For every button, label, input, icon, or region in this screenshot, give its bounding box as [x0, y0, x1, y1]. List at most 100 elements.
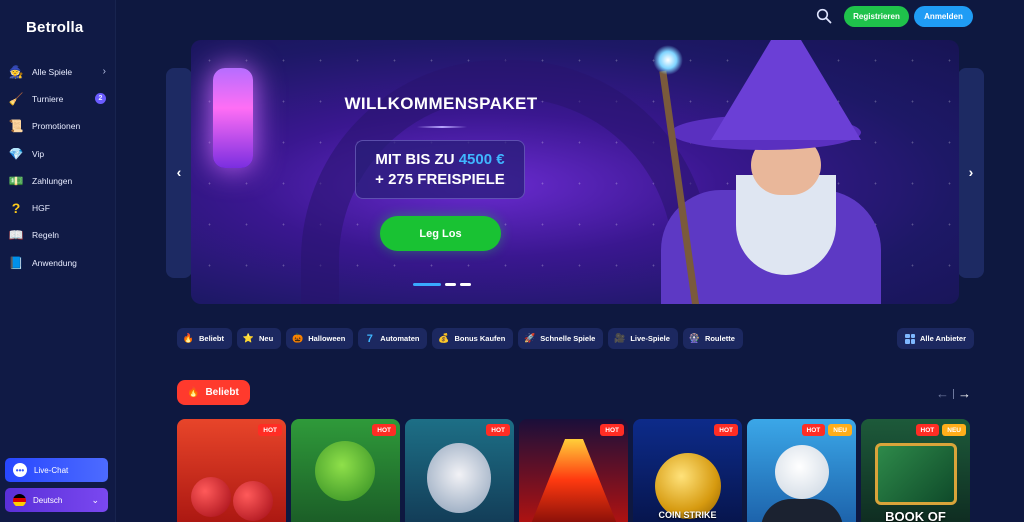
game-tags: HOT — [600, 424, 624, 436]
section-beliebt-button[interactable]: 🔥 Beliebt — [177, 380, 250, 405]
frog-art — [315, 441, 375, 501]
sidebar-nav: 🧙 Alle Spiele › 🧹 Turniere 2 📜 Promotion… — [0, 58, 116, 276]
sidebar-item-label: Regeln — [32, 230, 59, 241]
slide-dot-2[interactable] — [445, 283, 456, 286]
hero-prev-arrow-icon[interactable]: ‹ — [172, 163, 186, 181]
category-live-spiele[interactable]: 🎥 Live-Spiele — [608, 328, 678, 349]
slide-dot-3[interactable] — [460, 283, 471, 286]
game-tags: HOT NEU — [801, 424, 852, 436]
german-flag-icon — [13, 493, 26, 507]
category-roulette[interactable]: 🎡 Roulette — [682, 328, 743, 349]
new-tag: NEU — [828, 424, 852, 436]
section-label: Beliebt — [205, 387, 239, 398]
lantern-illustration — [213, 68, 253, 168]
all-providers-button[interactable]: Alle Anbieter — [897, 328, 974, 349]
cherry-art — [191, 477, 231, 517]
sidebar-item-turniere[interactable]: 🧹 Turniere 2 — [0, 85, 116, 112]
game-tile-coin-strike[interactable]: COIN STRIKE HOT — [633, 419, 742, 522]
game-tags: HOT NEU — [915, 424, 966, 436]
book-icon: 📖 — [8, 228, 24, 243]
category-bonus-kaufen[interactable]: 💰 Bonus Kaufen — [432, 328, 514, 349]
offer-amount: 4500 € — [458, 151, 505, 168]
sidebar-item-promotionen[interactable]: 📜 Promotionen — [0, 113, 116, 140]
language-selector[interactable]: Deutsch ⌄ — [5, 488, 108, 512]
category-label: Neu — [259, 334, 274, 343]
category-bar: 🔥 Beliebt ⭐ Neu 🎃 Halloween 7 Automaten … — [177, 328, 743, 349]
arrow-right-icon[interactable]: → — [958, 386, 971, 401]
category-neu[interactable]: ⭐ Neu — [237, 328, 282, 349]
sidebar-item-label: Zahlungen — [32, 175, 73, 186]
slide-dot-1[interactable] — [413, 283, 441, 286]
game-tags: HOT — [486, 424, 510, 436]
game-tile-clown[interactable]: HOT — [405, 419, 514, 522]
rocket-icon: 🚀 — [524, 333, 536, 343]
volcano-art — [529, 439, 619, 522]
sidebar-item-label: Anwendung — [32, 257, 77, 268]
diamond-icon: 💎 — [8, 146, 24, 161]
sidebar-item-hgf[interactable]: ? HGF — [0, 194, 116, 221]
star-icon: ⭐ — [242, 333, 255, 343]
offer-line-1: MIT BIS ZU 4500 € — [356, 150, 524, 170]
chat-bubble-icon: ••• — [13, 463, 27, 477]
chevron-right-icon: › — [102, 66, 106, 78]
pager-divider — [953, 388, 954, 399]
fire-icon: 🔥 — [182, 333, 195, 343]
language-label: Deutsch — [33, 495, 63, 505]
login-button[interactable]: Anmelden — [914, 6, 973, 27]
offer-prefix: MIT BIS ZU — [375, 151, 455, 168]
category-beliebt[interactable]: 🔥 Beliebt — [177, 328, 233, 349]
sidebar-item-label: Vip — [32, 148, 45, 159]
sidebar-item-regeln[interactable]: 📖 Regeln — [0, 222, 116, 249]
game-tile-meme[interactable]: HOT NEU — [747, 419, 856, 522]
sidebar-item-alle-spiele[interactable]: 🧙 Alle Spiele › — [0, 58, 116, 85]
new-tag: NEU — [942, 424, 966, 436]
game-tags: HOT — [372, 424, 396, 436]
book-art — [875, 443, 957, 505]
live-icon: 🎥 — [614, 333, 626, 343]
pumpkin-icon: 🎃 — [292, 333, 304, 343]
sidebar-item-label: Promotionen — [32, 121, 81, 132]
question-mark-icon: ? — [11, 200, 21, 217]
game-tile-volcano[interactable]: HOT — [519, 419, 628, 522]
category-label: Bonus Kaufen — [454, 334, 506, 343]
game-title: COIN STRIKE — [658, 510, 717, 520]
live-chat-button[interactable]: ••• Live-Chat — [5, 458, 108, 482]
game-tile-book-of[interactable]: BOOK OF HOT NEU — [861, 419, 970, 522]
meme-face-art — [775, 445, 829, 499]
sidebar: Betrolla 🧙 Alle Spiele › 🧹 Turniere 2 📜 … — [0, 0, 116, 522]
suit-art — [761, 499, 843, 522]
wizard-hat-icon: 🧙 — [8, 64, 24, 79]
hot-tag: HOT — [486, 424, 510, 436]
brand-logo[interactable]: Betrolla — [26, 19, 83, 36]
hero-divider — [417, 126, 467, 128]
game-tile-cherries[interactable]: HOT — [177, 419, 286, 522]
hero-banner[interactable]: WILLKOMMENSPAKET MIT BIS ZU 4500 € + 275… — [191, 40, 959, 304]
game-tags: HOT — [258, 424, 282, 436]
sidebar-item-anwendung[interactable]: 📘 Anwendung — [0, 249, 116, 276]
sidebar-item-zahlungen[interactable]: 💵 Zahlungen — [0, 167, 116, 194]
roulette-icon: 🎡 — [688, 333, 701, 343]
hero-next-arrow-icon[interactable]: › — [964, 163, 978, 181]
category-label: Automaten — [380, 334, 420, 343]
sidebar-item-label: Turniere — [32, 93, 64, 104]
all-providers-label: Alle Anbieter — [920, 334, 966, 343]
search-icon[interactable] — [816, 8, 832, 24]
cherry-art — [233, 481, 273, 521]
chevron-down-icon: ⌄ — [91, 494, 99, 505]
game-tags: HOT — [714, 424, 738, 436]
scroll-icon: 📜 — [8, 119, 24, 134]
game-row: HOT HOT HOT HOT COIN STRIKE HOT HOT NEU — [177, 419, 970, 522]
hot-tag: HOT — [915, 424, 940, 436]
arrow-left-icon[interactable]: ← — [936, 386, 949, 401]
game-tile-frog[interactable]: HOT — [291, 419, 400, 522]
sidebar-item-vip[interactable]: 💎 Vip — [0, 140, 116, 167]
category-automaten[interactable]: 7 Automaten — [358, 328, 428, 349]
leg-los-button[interactable]: Leg Los — [380, 216, 501, 251]
sidebar-item-label: Alle Spiele — [32, 66, 73, 77]
live-chat-label: Live-Chat — [34, 465, 69, 475]
broom-icon: 🧹 — [8, 91, 24, 106]
register-button[interactable]: Registrieren — [844, 6, 909, 27]
category-label: Beliebt — [199, 334, 225, 343]
category-schnelle-spiele[interactable]: 🚀 Schnelle Spiele — [518, 328, 604, 349]
category-halloween[interactable]: 🎃 Halloween — [286, 328, 354, 349]
